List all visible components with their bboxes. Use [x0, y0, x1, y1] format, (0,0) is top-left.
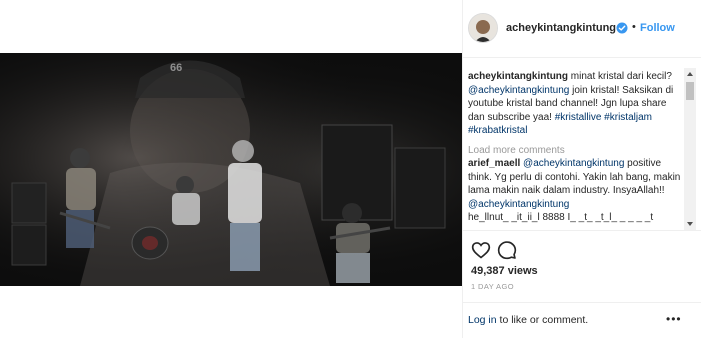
partial-comment: he_llnut_ _it_ii_l 8888 I_ _t_ _t_l_ _ _… [468, 212, 654, 223]
comments-list[interactable]: acheykintangkintung minat kristal dari k… [463, 58, 689, 230]
svg-text:66: 66 [170, 62, 182, 74]
login-prompt-text: Log in to like or comment. [468, 314, 588, 326]
comment-mention[interactable]: @acheykintangkintung [523, 158, 624, 169]
heart-icon[interactable] [471, 240, 491, 260]
video-player[interactable]: 66 [0, 53, 462, 286]
caption-mention[interactable]: @acheykintangkintung [468, 85, 569, 96]
comment: arief_maell @acheykintangkintung positiv… [468, 157, 683, 211]
avatar[interactable] [468, 13, 498, 43]
comment-icon[interactable] [497, 240, 517, 260]
load-more-comments-button[interactable]: Load more comments [468, 144, 683, 158]
post-header: acheykintangkintung • Follow [463, 0, 701, 58]
separator-dot: • [632, 21, 636, 33]
instagram-post-embed: 66 acheykintangkintung • Follow acheykin… [0, 0, 701, 338]
follow-button[interactable]: Follow [640, 22, 675, 34]
caption-text-a: minat kristal dari kecil? [568, 71, 672, 82]
comment-author[interactable]: arief_maell [468, 158, 520, 169]
media-area: 66 [0, 0, 462, 338]
comment-mention-2[interactable]: @acheykintangkintung [468, 199, 569, 210]
post-side-panel: acheykintangkintung • Follow acheykintan… [462, 0, 701, 338]
view-count: 49,387 views [471, 265, 538, 277]
login-prompt: Log in to like or comment. ••• [463, 302, 701, 338]
post-author-username[interactable]: acheykintangkintung [506, 22, 616, 34]
caption: acheykintangkintung minat kristal dari k… [468, 70, 683, 138]
caption-author[interactable]: acheykintangkintung [468, 71, 568, 82]
video-frame: 66 [0, 53, 462, 286]
scroll-up-arrow-icon[interactable] [684, 68, 696, 80]
avatar-image [469, 14, 497, 42]
login-suffix: to like or comment. [496, 314, 589, 326]
scroll-down-arrow-icon[interactable] [684, 218, 696, 230]
scrollbar-thumb[interactable] [686, 82, 694, 100]
login-link[interactable]: Log in [468, 314, 497, 326]
more-options-icon[interactable]: ••• [666, 312, 682, 326]
post-actions: 49,387 views 1 DAY AGO [463, 230, 701, 302]
comments-scrollbar[interactable] [684, 68, 696, 230]
verified-badge-icon [616, 22, 628, 34]
post-date[interactable]: 1 DAY AGO [471, 282, 514, 291]
